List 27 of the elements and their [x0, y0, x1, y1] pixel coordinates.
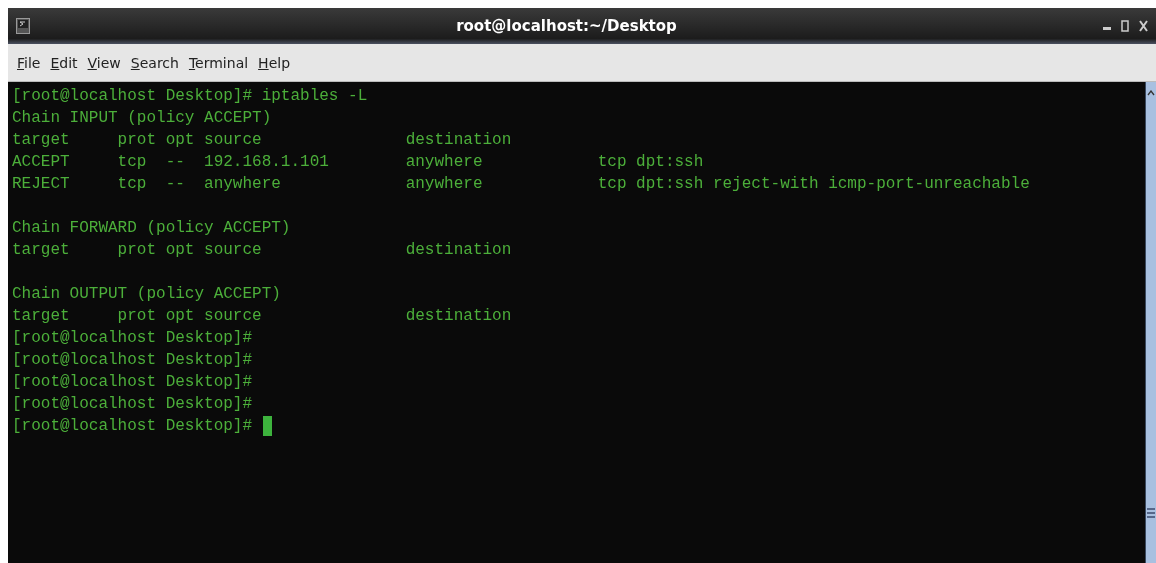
- menu-item[interactable]: Terminal: [183, 52, 254, 73]
- terminal-line: [root@localhost Desktop]#: [12, 394, 253, 415]
- maximize-icon[interactable]: [1121, 20, 1129, 32]
- scroll-up-icon[interactable]: [1147, 90, 1155, 96]
- terminal-line: [root@localhost Desktop]#: [12, 372, 253, 393]
- terminal-line: target prot opt source destination: [12, 130, 512, 151]
- terminal-line: [root@localhost Desktop]#: [12, 328, 253, 349]
- terminal-line: target prot opt source destination: [12, 306, 512, 327]
- terminal-line: [root@localhost Desktop]#: [12, 416, 254, 437]
- terminal-icon[interactable]: [16, 18, 30, 34]
- menu-item[interactable]: View: [82, 52, 126, 73]
- terminal-line: ACCEPT tcp -- 192.168.1.101 anywhere tcp dpt:ssh: [12, 152, 704, 173]
- scroll-thumb-grip-icon[interactable]: [1147, 507, 1155, 519]
- terminal-line: target prot opt source destination: [12, 240, 512, 261]
- terminal-line: Chain OUTPUT (policy ACCEPT): [12, 284, 281, 305]
- window-title: root@localhost:~/Desktop: [455, 17, 678, 35]
- menu-item[interactable]: Search: [125, 52, 184, 73]
- terminal-line: Chain INPUT (policy ACCEPT): [12, 108, 272, 129]
- menu-item[interactable]: Help: [253, 52, 296, 73]
- terminal-line: [root@localhost Desktop]#: [12, 350, 253, 371]
- scrollbar[interactable]: [1145, 82, 1156, 563]
- close-icon[interactable]: [1139, 20, 1148, 32]
- terminal-line: REJECT tcp -- anywhere anywhere tcp dpt:ssh reject-with icmp-port-unreachable: [12, 174, 1030, 195]
- terminal-line: [root@localhost Desktop]# iptables -L: [12, 86, 368, 107]
- terminal-line: Chain FORWARD (policy ACCEPT): [12, 218, 291, 239]
- menu-item[interactable]: File: [12, 52, 46, 73]
- menu-item[interactable]: Edit: [45, 52, 83, 73]
